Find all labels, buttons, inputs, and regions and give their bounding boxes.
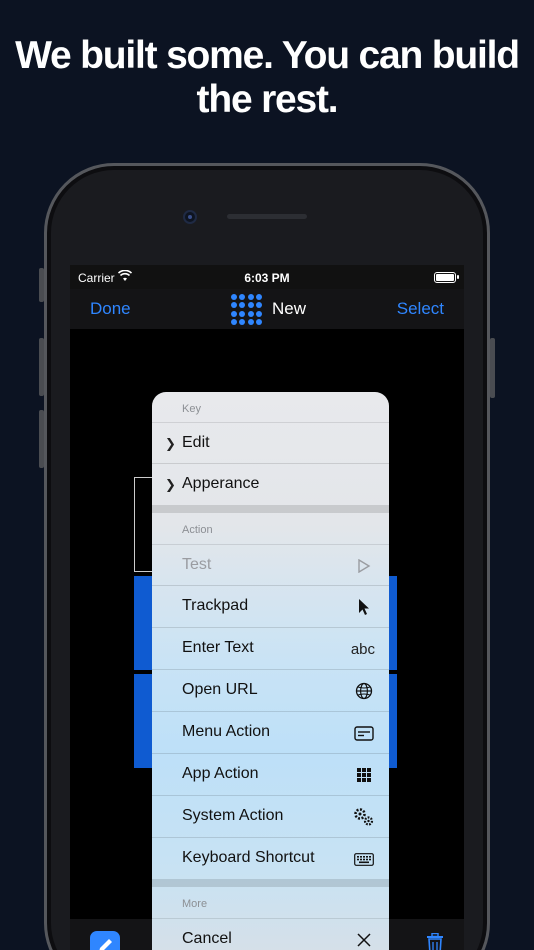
section-header-key: Key [182, 403, 201, 415]
close-icon [353, 929, 375, 950]
menu-item-system-action[interactable]: System Action [152, 796, 389, 838]
keypad-grid-icon [231, 294, 262, 325]
menu-item-app-action[interactable]: App Action [152, 754, 389, 796]
select-button[interactable]: Select [397, 299, 444, 319]
grid-icon [353, 764, 375, 786]
menu-item-test: Test [152, 544, 389, 586]
menu-item-menu-action[interactable]: Menu Action [152, 712, 389, 754]
section-header-more: More [182, 898, 208, 910]
menu-item-label: Trackpad [182, 597, 249, 614]
battery-icon [434, 272, 459, 283]
section-separator [152, 506, 389, 513]
chevron-right-icon: ❯ [165, 436, 176, 451]
menu-item-keyboard-shortcut[interactable]: Keyboard Shortcut [152, 838, 389, 880]
menu-item-open-url[interactable]: Open URL [152, 670, 389, 712]
menu-item-appearance[interactable]: ❯ Apperance [152, 464, 389, 506]
context-menu: Key ❯ Edit ❯ Apperance Action Test Track… [152, 392, 389, 950]
status-time: 6:03 PM [244, 271, 290, 285]
menu-item-enter-text[interactable]: Enter Text abc [152, 628, 389, 670]
edit-pencil-button[interactable] [90, 931, 120, 950]
menu-card-icon [353, 722, 375, 744]
phone-power-button [490, 338, 495, 398]
menu-item-label: Keyboard Shortcut [182, 849, 315, 866]
trash-icon[interactable] [426, 933, 444, 950]
menu-item-label: App Action [182, 765, 259, 782]
nav-title: New [272, 299, 307, 318]
headline-line-2: the rest. [196, 78, 339, 121]
menu-item-trackpad[interactable]: Trackpad [152, 586, 389, 628]
chevron-right-icon: ❯ [165, 477, 176, 492]
menu-item-edit[interactable]: ❯ Edit [152, 422, 389, 464]
menu-item-label: Apperance [182, 475, 260, 492]
cursor-icon [353, 596, 375, 618]
section-header-action: Action [182, 524, 213, 536]
section-separator [152, 880, 389, 887]
status-bar: Carrier 6:03 PM [70, 265, 464, 289]
pencil-icon [99, 939, 112, 950]
headline-line-1: We built some. You can build [15, 34, 520, 77]
menu-item-label: Test [182, 556, 212, 573]
nav-bar: Done New Select [70, 289, 464, 329]
keyboard-icon [353, 848, 375, 870]
menu-item-label: Enter Text [182, 639, 254, 656]
front-camera [183, 210, 197, 224]
menu-item-label: Open URL [182, 681, 258, 698]
gears-icon [353, 806, 375, 828]
abc-text-icon: abc [350, 640, 375, 658]
earpiece-speaker [227, 214, 307, 219]
menu-item-cancel[interactable]: Cancel [152, 918, 389, 950]
menu-item-label: System Action [182, 807, 284, 824]
menu-item-label: Edit [182, 434, 210, 451]
globe-icon [353, 680, 375, 702]
headline: We built some. You can build the rest. [0, 34, 534, 122]
menu-item-label: Cancel [182, 930, 232, 947]
menu-item-label: Menu Action [182, 723, 271, 740]
done-button[interactable]: Done [90, 299, 131, 319]
play-icon [353, 555, 375, 577]
